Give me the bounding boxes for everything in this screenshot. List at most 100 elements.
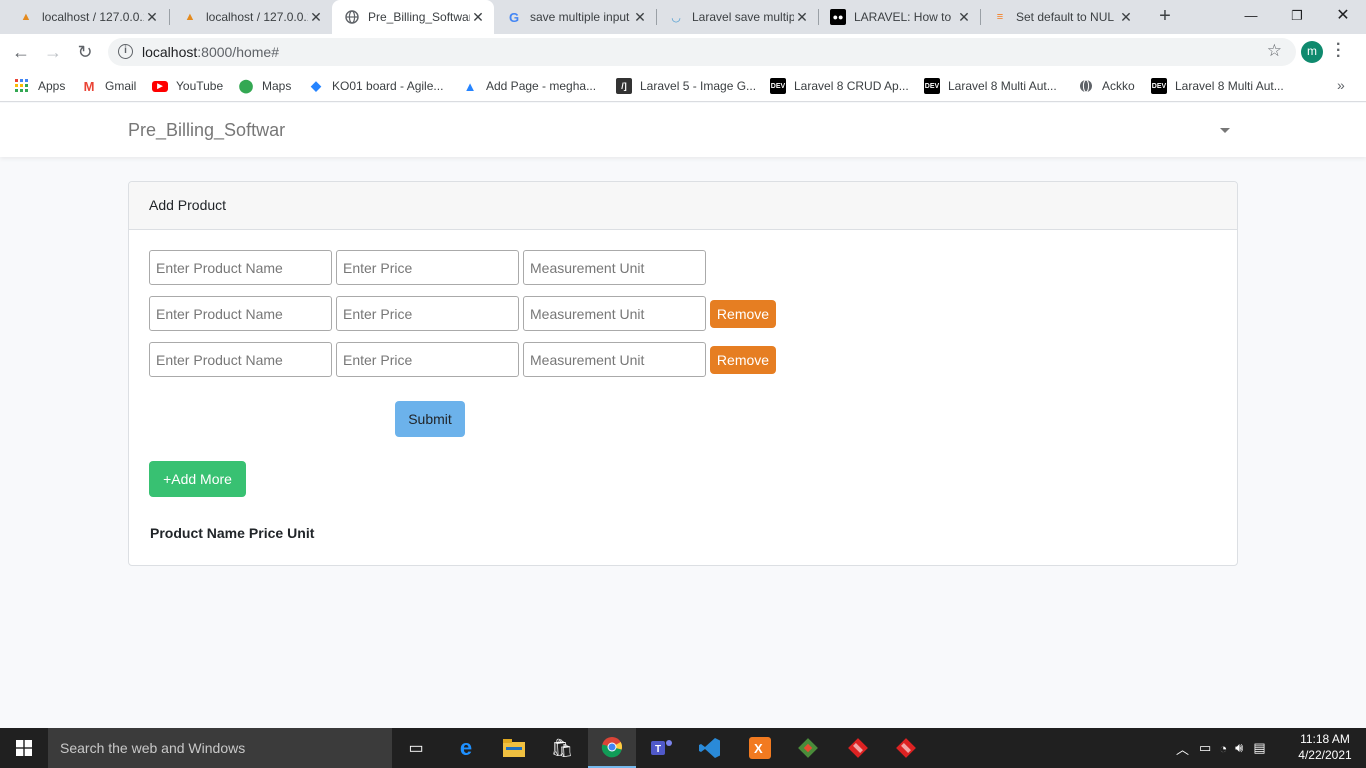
unit-input[interactable] — [523, 342, 706, 377]
apps-grid-icon — [14, 78, 30, 94]
submit-button[interactable]: Submit — [395, 401, 465, 437]
app-brand[interactable]: Pre_Billing_Softwar — [128, 120, 285, 141]
browser-tab-strip: ▲ localhost / 127.0.0.1 ✕ ▲ localhost / … — [0, 0, 1366, 34]
bookmark-star-icon[interactable]: ☆ — [1267, 41, 1282, 61]
bookmark-confluence[interactable]: ▲ Add Page - megha... — [462, 76, 597, 96]
phpmyadmin-icon: ▲ — [184, 11, 196, 23]
teams-icon[interactable]: T — [638, 728, 686, 768]
xampp-icon[interactable]: X — [736, 728, 784, 768]
column-header-unit: Unit — [287, 525, 315, 541]
browser-tab[interactable]: ▲ localhost / 127.0.0.1 ✕ — [0, 0, 168, 34]
close-icon[interactable]: ✕ — [1118, 9, 1134, 26]
user-dropdown-caret-icon[interactable] — [1220, 128, 1230, 133]
browser-tab[interactable]: ●● LARAVEL: How to ✕ — [818, 0, 980, 34]
product-name-input[interactable] — [149, 342, 332, 377]
card-header: Add Product — [129, 182, 1237, 230]
task-view-icon[interactable]: ▭ — [392, 728, 440, 768]
unit-input[interactable] — [523, 296, 706, 331]
price-input[interactable] — [336, 250, 519, 285]
bookmark-jira[interactable]: ◆ KO01 board - Agile... — [308, 76, 443, 96]
url-text[interactable]: localhost:8000/home# — [142, 44, 279, 60]
close-icon[interactable]: ✕ — [144, 9, 160, 26]
back-button[interactable]: ← — [8, 40, 34, 64]
bookmark-apps[interactable]: Apps — [14, 76, 65, 96]
file-explorer-icon[interactable] — [490, 728, 538, 768]
chrome-icon[interactable] — [588, 728, 636, 768]
add-product-card: Add Product Remove Remove Submit +Add Mo… — [128, 181, 1238, 566]
browser-tab[interactable]: ◡ Laravel save multip ✕ — [656, 0, 818, 34]
tab-title: Set default to NUL — [1016, 10, 1115, 24]
price-input[interactable] — [336, 296, 519, 331]
browser-tab[interactable]: ▲ localhost / 127.0.0.1 ✕ — [164, 0, 332, 34]
battery-icon[interactable]: ▭ — [1199, 740, 1211, 756]
product-name-input[interactable] — [149, 296, 332, 331]
app-navbar: Pre_Billing_Softwar — [0, 103, 1366, 157]
bookmark-label: Maps — [262, 79, 292, 93]
google-icon: G — [508, 9, 520, 25]
bookmark-label: Laravel 8 Multi Aut... — [948, 79, 1057, 93]
close-icon[interactable]: ✕ — [956, 9, 972, 26]
bookmark-ackko[interactable]: Ackko — [1078, 76, 1135, 96]
bookmark-laravel-multi-auth-2[interactable]: DEV Laravel 8 Multi Aut... — [1151, 76, 1284, 96]
add-more-button[interactable]: +Add More — [149, 461, 246, 497]
remove-row-button[interactable]: Remove — [710, 346, 776, 374]
forward-button[interactable]: → — [40, 40, 66, 64]
bookmark-label: Laravel 8 Multi Aut... — [1175, 79, 1284, 93]
store-icon[interactable]: 🛍 — [538, 728, 586, 768]
column-header-product-name: Product Name — [150, 525, 245, 541]
bookmarks-overflow-icon[interactable]: » — [1337, 77, 1345, 93]
edge-icon[interactable]: e — [442, 728, 490, 768]
close-icon[interactable]: ✕ — [794, 9, 810, 26]
windows-taskbar: Search the web and Windows ▭ e 🛍 T X ︿ ▭… — [0, 728, 1366, 768]
youtube-icon: ▶ — [152, 80, 168, 92]
browser-toolbar: ← → ↻ i localhost:8000/home# ☆ m · · · — [0, 34, 1366, 70]
bookmark-youtube[interactable]: ▶ YouTube — [152, 76, 223, 96]
minimize-button[interactable]: — — [1228, 0, 1274, 34]
browser-tab[interactable]: G save multiple input ✕ — [494, 0, 656, 34]
info-icon[interactable]: i — [118, 44, 133, 59]
bookmark-label: Laravel 5 - Image G... — [640, 79, 757, 93]
volume-icon[interactable]: 🔊︎ — [1235, 740, 1243, 756]
close-icon[interactable]: ✕ — [632, 9, 648, 26]
browser-menu-icon[interactable]: · · · — [1336, 37, 1341, 65]
git-icon[interactable] — [784, 728, 832, 768]
notifications-icon[interactable]: ▤ — [1253, 740, 1265, 756]
globe-icon — [344, 9, 360, 25]
product-name-input[interactable] — [149, 250, 332, 285]
price-input[interactable] — [336, 342, 519, 377]
jira-icon: ◆ — [311, 78, 321, 93]
new-tab-button[interactable]: + — [1152, 4, 1178, 30]
svg-text:T: T — [655, 744, 661, 755]
taskbar-search-input[interactable]: Search the web and Windows — [48, 728, 392, 768]
address-bar[interactable]: i localhost:8000/home# ☆ — [108, 38, 1296, 66]
bookmark-maps[interactable]: ⬤ Maps — [238, 76, 292, 96]
bookmark-gmail[interactable]: M Gmail — [81, 76, 137, 96]
reload-button[interactable]: ↻ — [72, 40, 98, 64]
browser-tab-active[interactable]: Pre_Billing_Softwar ✕ — [332, 0, 494, 34]
app-icon[interactable] — [834, 728, 882, 768]
bookmark-laravel-crud[interactable]: DEV Laravel 8 CRUD Ap... — [770, 76, 909, 96]
start-button[interactable] — [0, 728, 48, 768]
app-icon[interactable] — [882, 728, 930, 768]
product-table-header: Product Name Price Unit — [150, 525, 314, 541]
tray-expand-icon[interactable]: ︿ — [1176, 739, 1189, 758]
tab-title: localhost / 127.0.0.1 — [42, 10, 144, 24]
vscode-icon[interactable] — [686, 728, 734, 768]
browser-tab[interactable]: ≡ Set default to NUL ✕ — [980, 0, 1142, 34]
taskbar-clock[interactable]: 11:18 AM 4/22/2021 — [1290, 731, 1360, 763]
remove-row-button[interactable]: Remove — [710, 300, 776, 328]
close-icon[interactable]: ✕ — [308, 9, 324, 26]
tab-title: Laravel save multip — [692, 10, 794, 24]
close-window-button[interactable]: ✕ — [1320, 0, 1366, 34]
profile-avatar[interactable]: m — [1301, 41, 1323, 63]
bookmark-laravel-image[interactable]: /] Laravel 5 - Image G... — [616, 76, 756, 96]
tab-title: LARAVEL: How to — [854, 10, 952, 24]
gmail-icon: M — [83, 78, 95, 94]
restore-button[interactable]: ❐ — [1274, 0, 1320, 34]
bookmark-laravel-multi-auth[interactable]: DEV Laravel 8 Multi Aut... — [924, 76, 1057, 96]
laravel-icon: ◡ — [671, 11, 681, 24]
clock-time: 11:18 AM — [1300, 732, 1350, 746]
close-icon[interactable]: ✕ — [470, 9, 486, 26]
wifi-icon[interactable]: ◔ — [1219, 741, 1227, 756]
unit-input[interactable] — [523, 250, 706, 285]
